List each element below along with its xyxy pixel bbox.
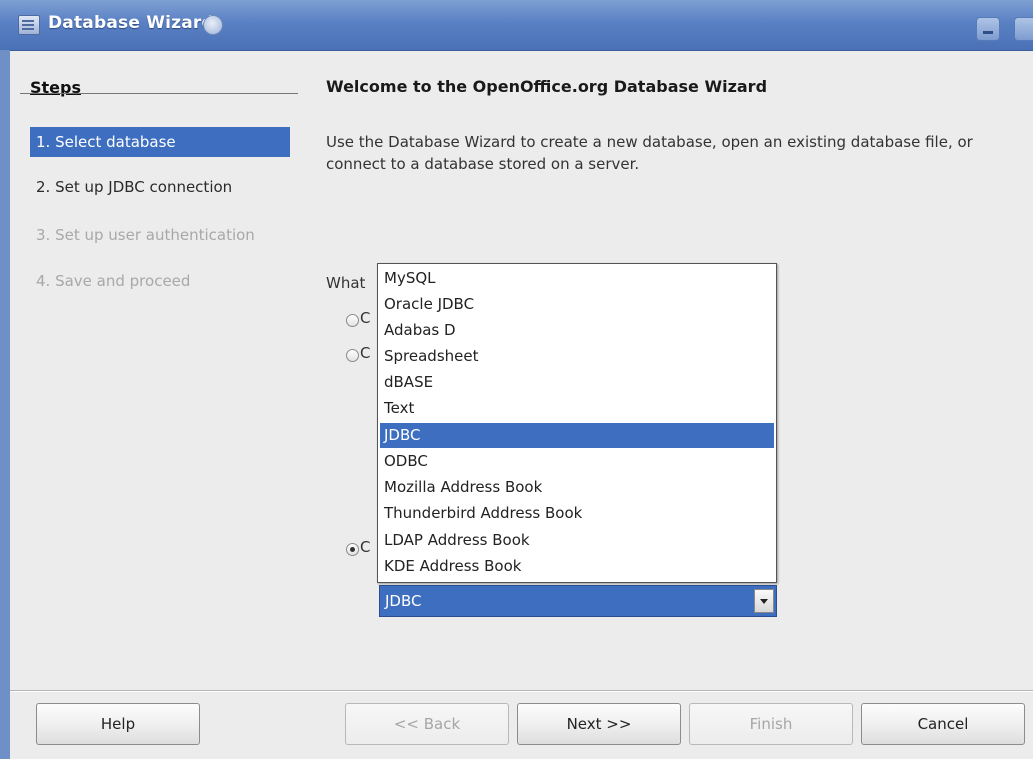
- maximize-button[interactable]: [1014, 17, 1033, 41]
- option-mozilla-address-book[interactable]: Mozilla Address Book: [380, 475, 774, 500]
- radio-create-database[interactable]: [346, 314, 359, 327]
- option-spreadsheet[interactable]: Spreadsheet: [380, 344, 774, 369]
- radio-connect-database[interactable]: [346, 543, 359, 556]
- option-adabas-d[interactable]: Adabas D: [380, 318, 774, 343]
- next-button[interactable]: Next >>: [517, 703, 681, 745]
- database-type-combobox[interactable]: JDBC: [379, 585, 777, 617]
- title-bar[interactable]: Database Wizard: [0, 0, 1033, 51]
- option-ldap-address-book[interactable]: LDAP Address Book: [380, 528, 774, 553]
- step-setup-authentication: 3. Set up user authentication: [36, 226, 255, 244]
- option-oracle-jdbc[interactable]: Oracle JDBC: [380, 292, 774, 317]
- page-title: Welcome to the OpenOffice.org Database W…: [326, 77, 768, 96]
- radio-label: C: [360, 538, 371, 556]
- option-odbc[interactable]: ODBC: [380, 449, 774, 474]
- window-title: Database Wizard: [48, 13, 214, 33]
- back-button: << Back: [345, 703, 509, 745]
- step-save-proceed: 4. Save and proceed: [36, 272, 191, 290]
- steps-divider: [20, 93, 298, 94]
- option-mysql[interactable]: MySQL: [380, 266, 774, 291]
- option-jdbc[interactable]: JDBC: [380, 423, 774, 448]
- option-dbase[interactable]: dBASE: [380, 370, 774, 395]
- steps-panel: Steps 1. Select database 2. Set up JDBC …: [10, 50, 298, 690]
- chevron-down-icon[interactable]: [754, 589, 774, 613]
- window-border: [0, 50, 10, 759]
- button-separator-highlight: [10, 691, 1033, 692]
- step-select-database[interactable]: 1. Select database: [30, 127, 290, 157]
- combobox-value: JDBC: [385, 592, 422, 610]
- lock-icon: [203, 15, 223, 35]
- step-setup-jdbc[interactable]: 2. Set up JDBC connection: [30, 172, 290, 202]
- option-kde-address-book[interactable]: KDE Address Book: [380, 554, 774, 579]
- cancel-button[interactable]: Cancel: [861, 703, 1025, 745]
- minimize-button[interactable]: [976, 17, 1000, 41]
- page-description: Use the Database Wizard to create a new …: [326, 133, 973, 173]
- option-text[interactable]: Text: [380, 396, 774, 421]
- steps-heading: Steps: [30, 78, 81, 97]
- help-button[interactable]: Help: [36, 703, 200, 745]
- radio-label: C: [360, 344, 371, 362]
- radio-label: C: [360, 309, 371, 327]
- finish-button: Finish: [689, 703, 853, 745]
- app-icon[interactable]: [18, 15, 40, 35]
- database-type-list[interactable]: MySQL Oracle JDBC Adabas D Spreadsheet d…: [377, 263, 777, 583]
- radio-open-database[interactable]: [346, 349, 359, 362]
- option-thunderbird-address-book[interactable]: Thunderbird Address Book: [380, 501, 774, 526]
- question-label: What: [326, 274, 366, 292]
